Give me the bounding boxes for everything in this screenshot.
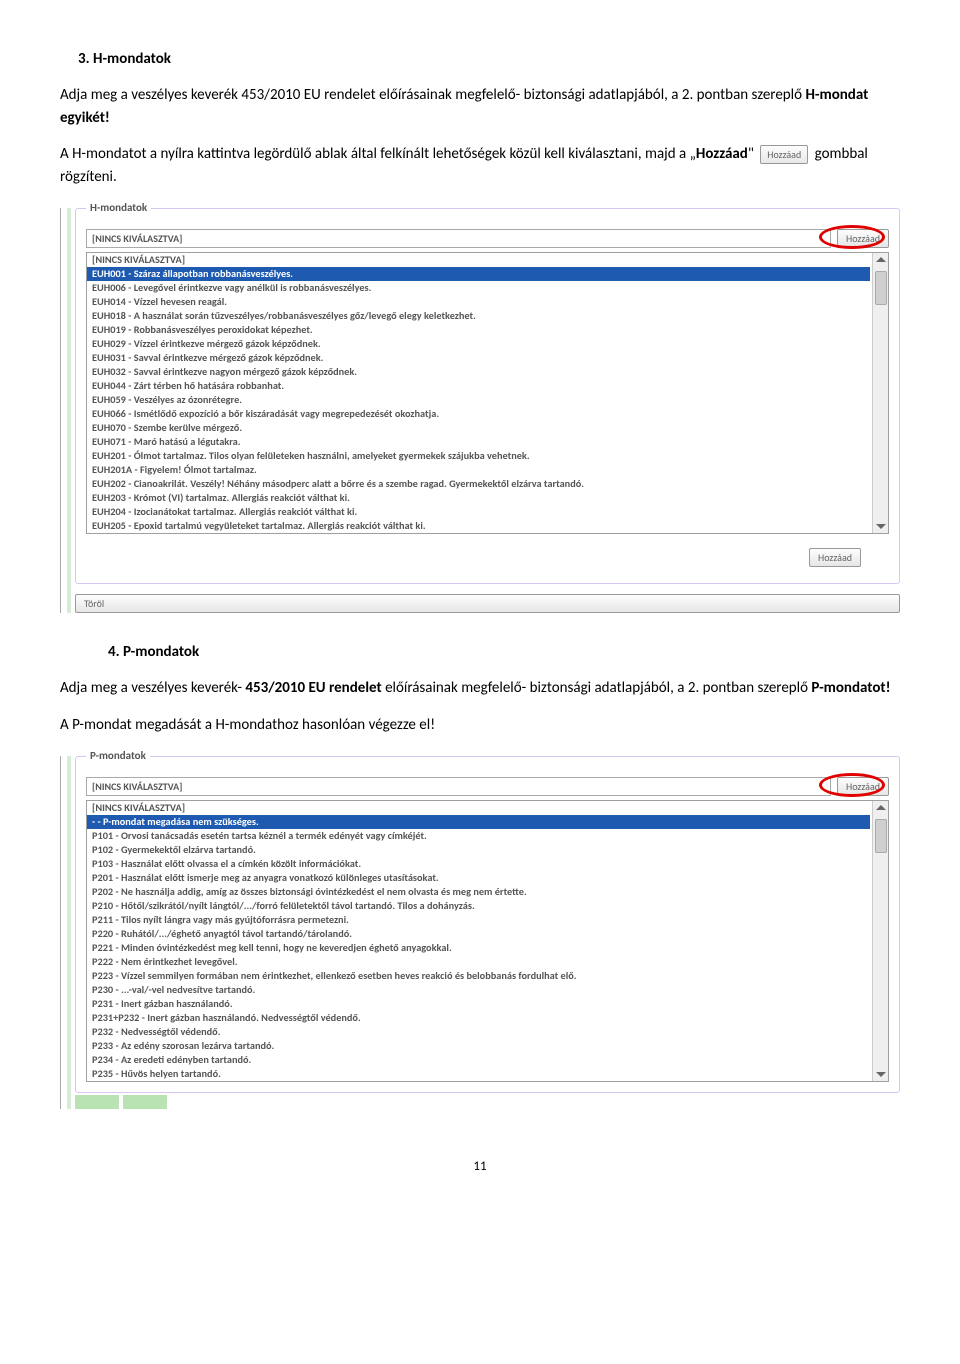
dropdown-list[interactable]: [NINCS KIVÁLASZTVA]- - P-mondat megadása… [87,801,888,1081]
dropdown-option[interactable]: EUH205 - Epoxid tartalmú vegyületeket ta… [87,519,870,533]
dropdown-option[interactable]: EUH019 - Robbanásveszélyes peroxidokat k… [87,323,870,337]
delete-button[interactable]: Töröl [75,594,900,613]
dropdown-option[interactable]: P102 - Gyermekektől elzárva tartandó. [87,843,870,857]
dropdown-option[interactable]: EUH029 - Vízzel érintkezve mérgező gázok… [87,337,870,351]
h-select-input[interactable]: [NINCS KIVÁLASZTVA] [86,229,831,248]
screenshot-h-mondatok: H-mondatok [NINCS KIVÁLASZTVA] Hozzáad [… [60,208,900,613]
dropdown-option[interactable]: P223 - Vízzel semmilyen formában nem éri… [87,969,870,983]
add-button-inline: Hozzáad [760,145,808,164]
screenshot-p-mondatok: P-mondatok [NINCS KIVÁLASZTVA] Hozzáad [… [60,756,900,1109]
dropdown-option[interactable]: EUH203 - Krómot (VI) tartalmaz. Allergiá… [87,491,870,505]
section-4-para-2: A P-mondat megadását a H-mondathoz hason… [60,714,900,737]
dropdown-option[interactable]: P201 - Használat előtt ismerje meg az an… [87,871,870,885]
scrollbar-thumb[interactable] [875,819,887,853]
dropdown-option[interactable]: P101 - Orvosi tanácsadás esetén tartsa k… [87,829,870,843]
p-mondatok-fieldset: P-mondatok [NINCS KIVÁLASZTVA] Hozzáad [… [75,756,900,1093]
dropdown-option[interactable]: EUH001 - Száraz állapotban robbanásveszé… [87,267,870,281]
dropdown-option[interactable]: EUH204 - Izocianátokat tartalmaz. Allerg… [87,505,870,519]
section-3-para-1: Adja meg a veszélyes keverék 453/2010 EU… [60,84,900,129]
scrollbar-thumb[interactable] [875,271,887,305]
dropdown-option[interactable]: EUH070 - Szembe kerülve mérgező. [87,421,870,435]
section-3-heading: 3. H-mondatok [60,50,900,68]
text: Adja meg a veszélyes keverék- [60,679,245,697]
dropdown-option[interactable]: [NINCS KIVÁLASZTVA] [87,801,870,815]
text-bold: 453/2010 EU rendelet [245,679,381,697]
dropdown-option[interactable]: P221 - Minden óvintézkedést meg kell ten… [87,941,870,955]
p-select-dropdown[interactable]: [NINCS KIVÁLASZTVA]- - P-mondat megadása… [86,800,889,1082]
section-4-para-1: Adja meg a veszélyes keverék- 453/2010 E… [60,677,900,700]
p-select-input[interactable]: [NINCS KIVÁLASZTVA] [86,777,831,796]
dropdown-option[interactable]: EUH014 - Vízzel hevesen reagál. [87,295,870,309]
dropdown-option[interactable]: EUH032 - Savval érintkezve nagyon mérgez… [87,365,870,379]
dropdown-option[interactable]: EUH201A - Figyelem! Ólmot tartalmaz. [87,463,870,477]
dropdown-list[interactable]: [NINCS KIVÁLASZTVA]EUH001 - Száraz állap… [87,253,888,533]
dropdown-option[interactable]: P211 - Tilos nyílt lángra vagy más gyújt… [87,913,870,927]
section-3-para-2: A H-mondatot a nyílra kattintva legördül… [60,143,900,188]
dropdown-option[interactable]: EUH071 - Maró hatású a légutakra. [87,435,870,449]
dropdown-option[interactable]: P103 - Használat előtt olvassa el a címk… [87,857,870,871]
dropdown-option[interactable]: - - P-mondat megadása nem szükséges. [87,815,870,829]
fieldset-legend: P-mondatok [86,749,150,762]
dropdown-option[interactable]: EUH031 - Savval érintkezve mérgező gázok… [87,351,870,365]
add-button-secondary[interactable]: Hozzáad [809,548,861,567]
text: előírásainak megfelelő- biztonsági adatl… [382,679,812,697]
add-button[interactable]: Hozzáad [837,777,889,796]
dropdown-option[interactable]: P220 - Ruhától/.../éghető anyagtól távol… [87,927,870,941]
text-bold: Hozzáad [696,145,748,163]
section-4-heading: 4. P-mondatok [60,643,900,661]
fieldset-legend: H-mondatok [86,201,151,214]
text: " [748,145,757,163]
page-number: 11 [60,1159,900,1174]
dropdown-option[interactable]: P231 - Inert gázban használandó. [87,997,870,1011]
dropdown-option[interactable]: P210 - Hőtől/szikrától/nyílt lángtól/...… [87,899,870,913]
green-block [123,1095,167,1109]
dropdown-option[interactable]: P234 - Az eredeti edényben tartandó. [87,1053,870,1067]
dropdown-option[interactable]: EUH202 - Cianoakrilát. Veszély! Néhány m… [87,477,870,491]
dropdown-option[interactable]: EUH044 - Zárt térben hő hatására robbanh… [87,379,870,393]
dropdown-option[interactable]: EUH066 - Ismétlődő expozíció a bőr kiszá… [87,407,870,421]
dropdown-option[interactable]: EUH059 - Veszélyes az ózonrétegre. [87,393,870,407]
dropdown-option[interactable]: P230 - ...-val/-vel nedvesítve tartandó. [87,983,870,997]
dropdown-option[interactable]: EUH006 - Levegővel érintkezve vagy anélk… [87,281,870,295]
dropdown-option[interactable]: P222 - Nem érintkezhet levegővel. [87,955,870,969]
dropdown-option[interactable]: P231+P232 - Inert gázban használandó. Ne… [87,1011,870,1025]
add-button[interactable]: Hozzáad [837,229,889,248]
scrollbar[interactable] [872,253,888,533]
h-select-dropdown[interactable]: [NINCS KIVÁLASZTVA]EUH001 - Száraz állap… [86,252,889,534]
dropdown-option[interactable]: P233 - Az edény szorosan lezárva tartand… [87,1039,870,1053]
text: A H-mondatot a nyílra kattintva legördül… [60,145,696,163]
h-mondatok-fieldset: H-mondatok [NINCS KIVÁLASZTVA] Hozzáad [… [75,208,900,584]
dropdown-option[interactable]: P232 - Nedvességtől védendő. [87,1025,870,1039]
dropdown-option[interactable]: [NINCS KIVÁLASZTVA] [87,253,870,267]
dropdown-option[interactable]: EUH201 - Ólmot tartalmaz. Tilos olyan fe… [87,449,870,463]
scrollbar[interactable] [872,801,888,1081]
dropdown-option[interactable]: P235 - Hűvös helyen tartandó. [87,1067,870,1081]
text-bold: P-mondatot! [811,679,890,697]
text: Adja meg a veszélyes keverék 453/2010 EU… [60,86,805,104]
green-band [75,1095,900,1109]
dropdown-option[interactable]: EUH018 - A használat során tűzveszélyes/… [87,309,870,323]
green-block [75,1095,119,1109]
dropdown-option[interactable]: P202 - Ne használja addig, amíg az össze… [87,885,870,899]
